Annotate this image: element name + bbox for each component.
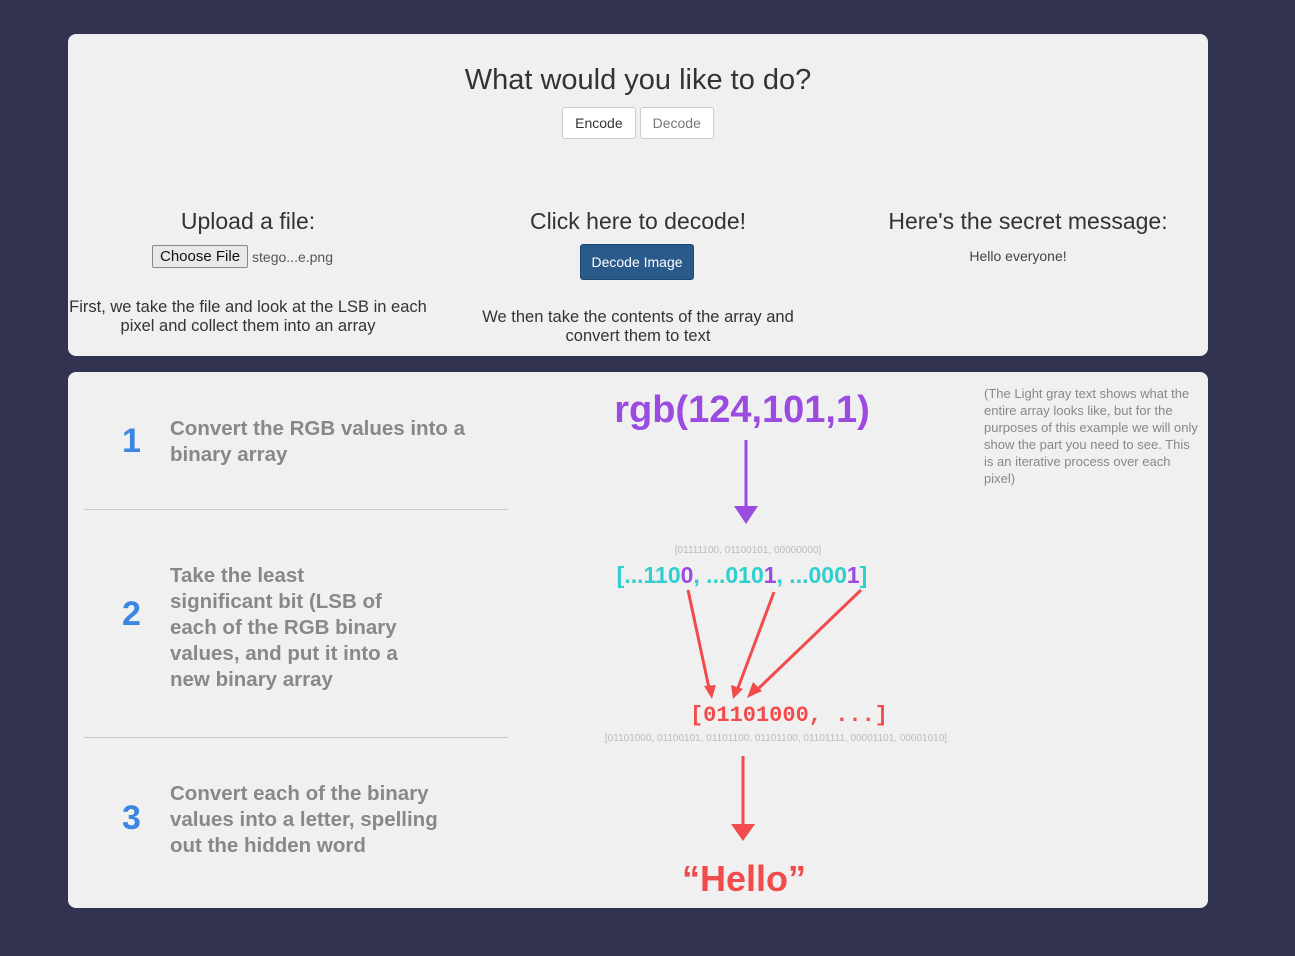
lsb-array: [01101000, ...] xyxy=(690,703,888,728)
lsb-arrows xyxy=(686,588,863,699)
upload-description: First, we take the file and look at the … xyxy=(69,298,427,335)
page-title: What would you like to do? xyxy=(464,64,812,96)
upload-heading: Upload a file: xyxy=(180,208,316,234)
binary-lsb-3: 1 xyxy=(847,562,860,588)
lsb-diagram: rgb(124,101,1) [01111100, 01100101, 0000… xyxy=(605,389,947,899)
choose-file-button[interactable]: Choose File xyxy=(152,245,249,268)
arrowhead-icon xyxy=(734,506,758,524)
control-panel: What would you like to do? Encode Decode… xyxy=(68,34,1208,356)
decode-mode-button[interactable]: Decode xyxy=(639,107,714,139)
explanation-panel: 1 Convert the RGB values into a binary a… xyxy=(68,372,1208,908)
binary-lsb-1: 0 xyxy=(681,562,694,588)
arrowhead-icon xyxy=(747,682,762,698)
decode-description: We then take the contents of the array a… xyxy=(482,308,794,345)
binary-part-4: ] xyxy=(860,562,868,588)
full-bytes-gray: [01101000, 01100101, 01101100, 01101100,… xyxy=(605,733,947,744)
binary-array: [...1100, ...0101, ...0001] xyxy=(617,562,868,588)
secret-message: Hello everyone! xyxy=(969,248,1067,264)
arrowhead-icon xyxy=(704,685,716,699)
arrowhead-icon xyxy=(731,685,743,699)
arrowhead-icon xyxy=(731,824,755,841)
binary-part-2: , ...010 xyxy=(693,562,763,588)
file-name: stego...e.png xyxy=(252,248,333,265)
rgb-label: rgb(124,101,1) xyxy=(614,389,870,431)
file-input: Choose File stego...e.png xyxy=(152,245,333,268)
full-binary-gray: [01111100, 01100101, 00000000] xyxy=(675,545,822,556)
decode-heading: Click here to decode! xyxy=(529,208,747,234)
lsb-arrow-3 xyxy=(757,588,863,690)
decode-image-button[interactable]: Decode Image xyxy=(580,244,694,280)
mode-toggle: Encode Decode xyxy=(68,107,1208,139)
binary-part-3: , ...000 xyxy=(777,562,847,588)
lsb-arrow-2 xyxy=(736,591,776,689)
binary-part-1: [...110 xyxy=(617,562,681,588)
binary-lsb-2: 1 xyxy=(764,562,777,588)
result-word: “Hello” xyxy=(682,858,806,899)
encode-button[interactable]: Encode xyxy=(562,107,636,139)
lsb-arrow-1 xyxy=(686,589,711,689)
secret-heading: Here's the secret message: xyxy=(888,208,1168,234)
